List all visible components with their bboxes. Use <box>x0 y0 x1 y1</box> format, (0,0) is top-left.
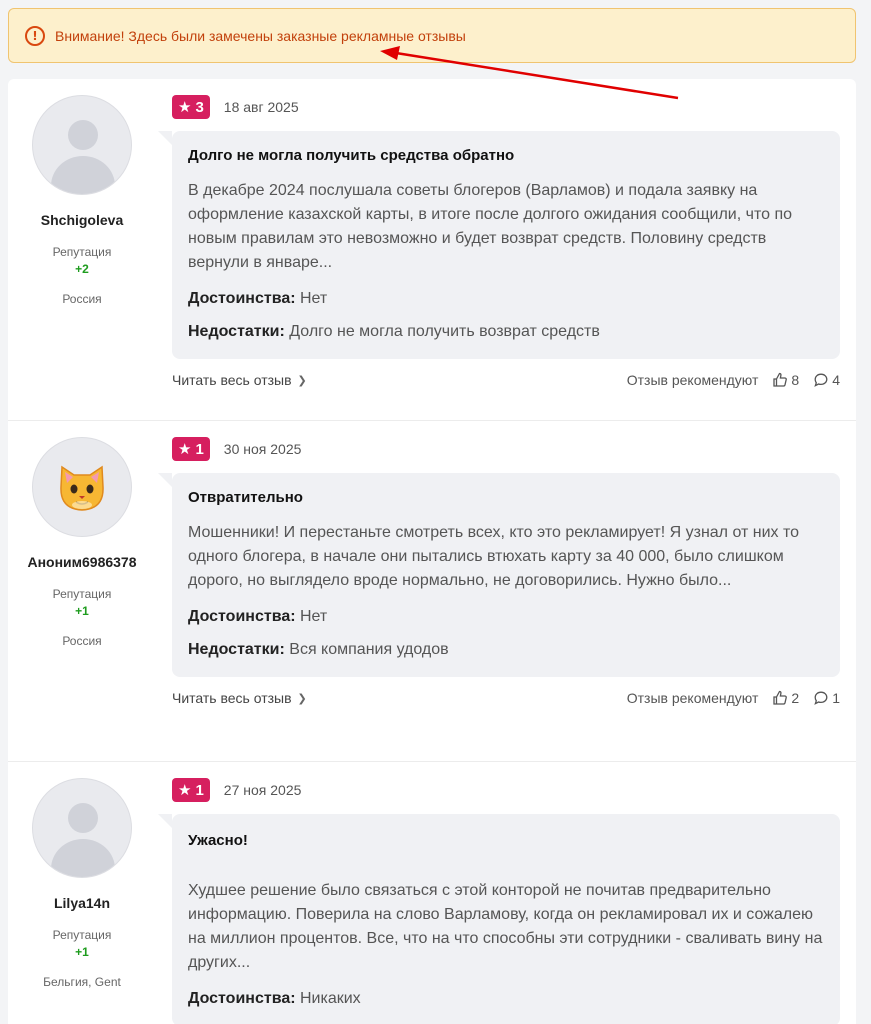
review-date: 30 ноя 2025 <box>223 441 302 457</box>
thumbs-up-icon <box>773 372 788 387</box>
review-date: 27 ноя 2025 <box>223 782 302 798</box>
like-button[interactable]: 2 <box>772 690 799 706</box>
review-author: Lilya14n Репутация +1 Бельгия, Gent <box>8 762 156 989</box>
read-more-link[interactable]: Читать весь отзыв ❯ <box>172 372 307 388</box>
comment-count: 4 <box>832 372 840 388</box>
read-more-label: Читать весь отзыв <box>172 690 292 706</box>
cons-value: Долго не могла получить возврат средств <box>289 323 600 340</box>
avatar-head-shape <box>68 803 98 833</box>
ad-reviews-warning: ! Внимание! Здесь были замечены заказные… <box>8 8 856 63</box>
rating-value: 1 <box>195 440 204 458</box>
review-title[interactable]: Долго не могла получить средства обратно <box>188 147 824 164</box>
pros-label: Достоинства: <box>188 290 296 307</box>
rating-value: 1 <box>195 781 204 799</box>
avatar[interactable] <box>32 778 132 878</box>
pros-value: Нет <box>300 290 328 307</box>
author-location: Россия <box>62 292 102 306</box>
review-title[interactable]: Ужасно! <box>188 832 824 849</box>
read-more-link[interactable]: Читать весь отзыв ❯ <box>172 690 307 706</box>
review-stats: Отзыв рекомендуют 8 4 <box>627 372 840 388</box>
pros-label: Достоинства: <box>188 990 296 1007</box>
review-text: Мошенники! И перестаньте смотреть всех, … <box>188 524 800 589</box>
review-text: Худшее решение было связаться с этой кон… <box>188 882 823 971</box>
review-cons: Недостатки: Вся компания удодов <box>188 641 824 659</box>
review-pros: Достоинства: Никаких <box>188 990 824 1008</box>
review-footer: Читать весь отзыв ❯ Отзыв рекомендуют 8 … <box>172 372 840 388</box>
recommend-label: Отзыв рекомендуют <box>626 372 759 388</box>
review-content: ★ 1 27 ноя 2025 Ужасно! Худшее решение б… <box>158 762 840 1024</box>
star-icon: ★ <box>178 440 192 458</box>
comment-count: 1 <box>832 690 840 706</box>
review-card: Lilya14n Репутация +1 Бельгия, Gent ★ 1 … <box>8 762 856 1024</box>
review-body: Отвратительно Мошенники! И перестаньте с… <box>158 473 840 677</box>
rating-badge: ★ 3 <box>172 95 210 119</box>
author-location: Бельгия, Gent <box>43 975 121 989</box>
rating-badge: ★ 1 <box>172 437 210 461</box>
review-date: 18 авг 2025 <box>223 99 299 115</box>
reputation-label: Репутация <box>52 928 112 942</box>
rating-value: 3 <box>195 98 204 116</box>
recommend-label: Отзыв рекомендуют <box>626 690 759 706</box>
review-card: Shchigoleva Репутация +2 Россия ★ 3 18 а… <box>8 79 856 421</box>
like-count: 8 <box>791 372 800 388</box>
pros-label: Достоинства: <box>188 608 296 625</box>
exclamation-circle-icon: ! <box>25 25 45 46</box>
cons-label: Недостатки: <box>188 323 285 340</box>
avatar[interactable] <box>32 95 132 195</box>
pros-value: Никаких <box>300 990 361 1007</box>
thumbs-up-icon <box>773 690 788 705</box>
star-icon: ★ <box>178 98 192 116</box>
review-title[interactable]: Отвратительно <box>188 489 824 506</box>
read-more-label: Читать весь отзыв <box>172 372 292 388</box>
reputation-value: +1 <box>75 945 89 959</box>
review-body: Ужасно! Худшее решение было связаться с … <box>158 814 840 1024</box>
comments-button[interactable]: 4 <box>813 372 840 388</box>
reviews-feed: Shchigoleva Репутация +2 Россия ★ 3 18 а… <box>8 79 856 1024</box>
author-location: Россия <box>62 634 102 648</box>
cons-label: Недостатки: <box>188 641 285 658</box>
author-name[interactable]: Lilya14n <box>8 895 156 911</box>
review-text: В декабре 2024 послушала советы блогеров… <box>188 182 793 271</box>
cat-face-icon <box>60 465 104 511</box>
review-pros: Достоинства: Нет <box>188 608 824 626</box>
reputation-label: Репутация <box>52 245 112 259</box>
review-content: ★ 3 18 авг 2025 Долго не могла получить … <box>158 79 840 388</box>
review-card: Аноним6986378 Репутация +1 Россия ★ 1 30… <box>8 421 856 762</box>
like-button[interactable]: 8 <box>772 372 799 388</box>
review-body: Долго не могла получить средства обратно… <box>158 131 840 359</box>
reputation-value: +1 <box>75 604 89 618</box>
author-name[interactable]: Shchigoleva <box>8 212 156 228</box>
comment-icon <box>814 373 828 387</box>
review-pros: Достоинства: Нет <box>188 290 824 308</box>
reputation-label: Репутация <box>52 587 112 601</box>
pros-value: Нет <box>300 608 328 625</box>
review-stats: Отзыв рекомендуют 2 1 <box>627 690 840 706</box>
warning-text: Внимание! Здесь были замечены заказные р… <box>55 27 466 44</box>
comments-button[interactable]: 1 <box>813 690 840 706</box>
rating-badge: ★ 1 <box>172 778 210 802</box>
review-author: Аноним6986378 Репутация +1 Россия <box>8 421 156 648</box>
review-footer: Читать весь отзыв ❯ Отзыв рекомендуют 2 … <box>172 690 840 706</box>
avatar-body-shape <box>51 156 115 194</box>
avatar-head-shape <box>68 120 98 150</box>
review-meta: ★ 1 27 ноя 2025 <box>172 778 840 802</box>
reputation-value: +2 <box>75 262 89 276</box>
review-meta: ★ 3 18 авг 2025 <box>172 95 840 119</box>
review-meta: ★ 1 30 ноя 2025 <box>172 437 840 461</box>
cons-value: Вся компания удодов <box>289 641 449 658</box>
review-cons: Недостатки: Долго не могла получить возв… <box>188 323 824 341</box>
star-icon: ★ <box>178 781 192 799</box>
avatar-body-shape <box>51 839 115 877</box>
review-author: Shchigoleva Репутация +2 Россия <box>8 79 156 306</box>
comment-icon <box>814 691 828 705</box>
like-count: 2 <box>791 690 800 706</box>
chevron-right-icon: ❯ <box>297 691 307 705</box>
review-content: ★ 1 30 ноя 2025 Отвратительно Мошенники!… <box>158 421 840 706</box>
avatar[interactable] <box>32 437 132 537</box>
author-name[interactable]: Аноним6986378 <box>8 554 156 570</box>
chevron-right-icon: ❯ <box>297 373 307 387</box>
